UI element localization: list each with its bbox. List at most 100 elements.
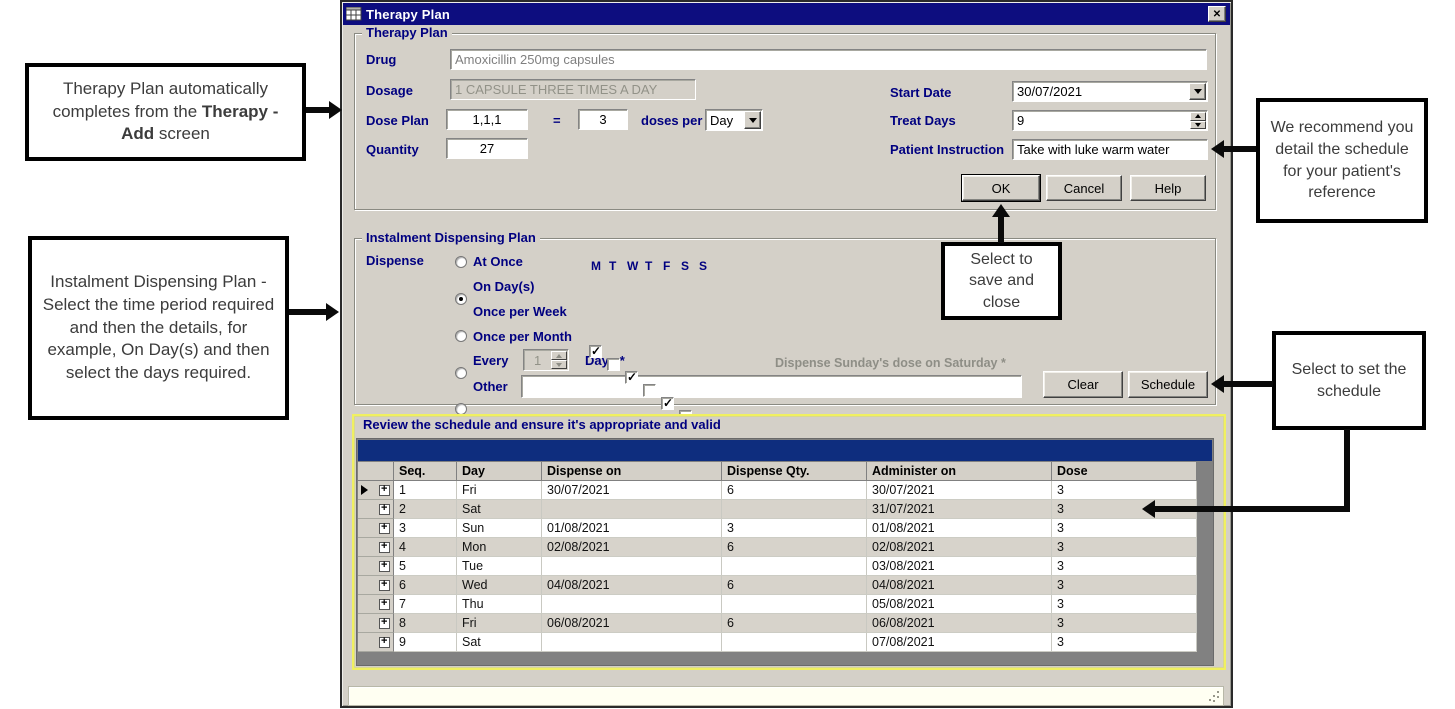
- expand-icon[interactable]: [379, 599, 390, 610]
- cell-dose[interactable]: 3: [1052, 595, 1197, 614]
- row-selector[interactable]: [358, 614, 394, 633]
- cell-dispense-on[interactable]: 30/07/2021: [542, 481, 722, 500]
- cell-dispense-on[interactable]: [542, 595, 722, 614]
- spin-up-icon[interactable]: [1190, 112, 1206, 121]
- doses-count-field[interactable]: 3: [578, 109, 628, 130]
- cell-administer-on[interactable]: 31/07/2021: [867, 500, 1052, 519]
- cell-seq[interactable]: 7: [394, 595, 457, 614]
- cell-seq[interactable]: 8: [394, 614, 457, 633]
- row-selector[interactable]: [358, 481, 394, 500]
- other-field[interactable]: [521, 375, 1022, 398]
- cell-dose[interactable]: 3: [1052, 538, 1197, 557]
- cell-administer-on[interactable]: 03/08/2021: [867, 557, 1052, 576]
- cell-administer-on[interactable]: 06/08/2021: [867, 614, 1052, 633]
- cell-day[interactable]: Wed: [457, 576, 542, 595]
- drug-field[interactable]: Amoxicillin 250mg capsules: [450, 49, 1207, 70]
- row-selector[interactable]: [358, 633, 394, 652]
- table-row[interactable]: 5 Tue 03/08/2021 3: [358, 557, 1197, 576]
- row-selector[interactable]: [358, 557, 394, 576]
- cell-dispense-qty[interactable]: [722, 633, 867, 652]
- cell-day[interactable]: Sat: [457, 500, 542, 519]
- close-icon[interactable]: ✕: [1208, 6, 1226, 22]
- cell-seq[interactable]: 4: [394, 538, 457, 557]
- cell-dispense-qty[interactable]: [722, 557, 867, 576]
- cell-dispense-on[interactable]: 02/08/2021: [542, 538, 722, 557]
- grid-header-dose[interactable]: Dose: [1052, 462, 1197, 481]
- radio-at-once[interactable]: [455, 256, 467, 268]
- cell-dispense-on[interactable]: [542, 557, 722, 576]
- cell-administer-on[interactable]: 05/08/2021: [867, 595, 1052, 614]
- cell-administer-on[interactable]: 04/08/2021: [867, 576, 1052, 595]
- expand-icon[interactable]: [379, 618, 390, 629]
- cell-day[interactable]: Fri: [457, 614, 542, 633]
- table-row[interactable]: 4 Mon 02/08/2021 6 02/08/2021 3: [358, 538, 1197, 557]
- cell-administer-on[interactable]: 07/08/2021: [867, 633, 1052, 652]
- grid-header-dispense-qty[interactable]: Dispense Qty.: [722, 462, 867, 481]
- table-row[interactable]: 2 Sat 31/07/2021 3: [358, 500, 1197, 519]
- cell-day[interactable]: Fri: [457, 481, 542, 500]
- treat-days-spinner[interactable]: [1190, 112, 1206, 129]
- cell-dose[interactable]: 3: [1052, 481, 1197, 500]
- table-row[interactable]: 7 Thu 05/08/2021 3: [358, 595, 1197, 614]
- cell-dispense-qty[interactable]: [722, 500, 867, 519]
- patient-instruction-field[interactable]: Take with luke warm water: [1012, 139, 1208, 160]
- expand-icon[interactable]: [379, 504, 390, 515]
- expand-icon[interactable]: [379, 523, 390, 534]
- start-date-dropdown-button[interactable]: [1189, 83, 1206, 100]
- cell-dispense-qty[interactable]: 6: [722, 576, 867, 595]
- cell-seq[interactable]: 2: [394, 500, 457, 519]
- cell-seq[interactable]: 6: [394, 576, 457, 595]
- expand-icon[interactable]: [379, 485, 390, 496]
- expand-icon[interactable]: [379, 561, 390, 572]
- expand-icon[interactable]: [379, 637, 390, 648]
- radio-once-per-week[interactable]: [455, 330, 467, 342]
- cell-administer-on[interactable]: 01/08/2021: [867, 519, 1052, 538]
- cell-dispense-on[interactable]: 04/08/2021: [542, 576, 722, 595]
- table-row[interactable]: 1 Fri 30/07/2021 6 30/07/2021 3: [358, 481, 1197, 500]
- weekday-checkbox-tue[interactable]: [607, 358, 620, 371]
- resize-grip-icon[interactable]: [1217, 691, 1219, 693]
- table-row[interactable]: 3 Sun 01/08/2021 3 01/08/2021 3: [358, 519, 1197, 538]
- weekday-checkbox-mon[interactable]: [589, 345, 602, 358]
- radio-once-per-month[interactable]: [455, 367, 467, 379]
- period-dropdown-button[interactable]: [744, 111, 761, 129]
- grid-header-seq[interactable]: Seq.: [394, 462, 457, 481]
- cell-dose[interactable]: 3: [1052, 519, 1197, 538]
- radio-on-days[interactable]: [455, 293, 467, 305]
- help-button[interactable]: Help: [1130, 175, 1206, 201]
- row-selector[interactable]: [358, 500, 394, 519]
- cell-administer-on[interactable]: 02/08/2021: [867, 538, 1052, 557]
- grid-header-day[interactable]: Day: [457, 462, 542, 481]
- cell-seq[interactable]: 1: [394, 481, 457, 500]
- cell-day[interactable]: Sun: [457, 519, 542, 538]
- titlebar[interactable]: Therapy Plan ✕: [343, 3, 1230, 25]
- weekday-checkbox-fri[interactable]: [661, 397, 674, 410]
- table-row[interactable]: 6 Wed 04/08/2021 6 04/08/2021 3: [358, 576, 1197, 595]
- table-row[interactable]: 8 Fri 06/08/2021 6 06/08/2021 3: [358, 614, 1197, 633]
- weekday-checkbox-thu[interactable]: [643, 384, 656, 397]
- table-row[interactable]: 9 Sat 07/08/2021 3: [358, 633, 1197, 652]
- row-selector[interactable]: [358, 519, 394, 538]
- start-date-combo[interactable]: 30/07/2021: [1012, 81, 1208, 102]
- cell-dispense-qty[interactable]: 6: [722, 481, 867, 500]
- cell-administer-on[interactable]: 30/07/2021: [867, 481, 1052, 500]
- cell-dose[interactable]: 3: [1052, 633, 1197, 652]
- cell-day[interactable]: Mon: [457, 538, 542, 557]
- cell-seq[interactable]: 3: [394, 519, 457, 538]
- period-select[interactable]: Day: [705, 109, 763, 131]
- quantity-field[interactable]: 27: [446, 138, 528, 159]
- schedule-button[interactable]: Schedule: [1128, 371, 1208, 398]
- expand-icon[interactable]: [379, 542, 390, 553]
- cell-day[interactable]: Tue: [457, 557, 542, 576]
- cell-seq[interactable]: 9: [394, 633, 457, 652]
- cancel-button[interactable]: Cancel: [1046, 175, 1122, 201]
- cell-day[interactable]: Sat: [457, 633, 542, 652]
- cell-seq[interactable]: 5: [394, 557, 457, 576]
- treat-days-field[interactable]: 9: [1012, 110, 1208, 131]
- cell-dispense-on[interactable]: [542, 500, 722, 519]
- cell-dose[interactable]: 3: [1052, 576, 1197, 595]
- cell-dispense-on[interactable]: [542, 633, 722, 652]
- cell-dispense-qty[interactable]: [722, 595, 867, 614]
- grid-header-administer-on[interactable]: Administer on: [867, 462, 1052, 481]
- cell-dispense-on[interactable]: 06/08/2021: [542, 614, 722, 633]
